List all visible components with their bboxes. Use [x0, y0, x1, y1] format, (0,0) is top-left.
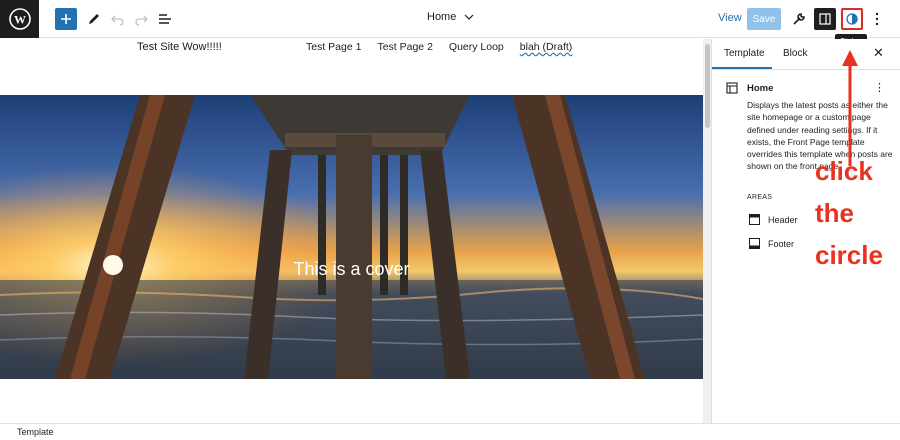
tab-block[interactable]: Block — [783, 48, 807, 59]
options-menu-icon[interactable] — [870, 9, 884, 29]
layout-icon — [726, 82, 738, 94]
block-breadcrumb-bar: Template — [0, 423, 900, 440]
half-circle-icon — [846, 13, 858, 25]
list-view-icon[interactable] — [157, 10, 173, 28]
site-editor: W Home View Save Test Site Wow!!!!! Test… — [0, 0, 900, 440]
template-name: Home — [747, 83, 774, 94]
editor-toolbar: W Home View Save — [0, 0, 900, 38]
nav-item[interactable]: Test Page 2 — [377, 41, 432, 53]
cover-block[interactable]: This is a cover — [0, 95, 703, 379]
nav-item[interactable]: blah (Draft) — [520, 41, 573, 53]
pier-sunset-image — [0, 95, 703, 379]
cover-heading[interactable]: This is a cover — [0, 259, 703, 280]
tab-template[interactable]: Template — [724, 48, 765, 59]
area-item-header[interactable]: Header — [749, 214, 798, 225]
scrollbar-thumb[interactable] — [705, 44, 710, 128]
wordpress-logo-icon[interactable]: W — [0, 0, 39, 38]
undo-icon[interactable] — [110, 10, 126, 28]
document-title: Home — [427, 11, 457, 23]
redo-icon[interactable] — [133, 10, 149, 28]
sidebar-tabs: Template Block ✕ — [712, 39, 900, 70]
template-options-icon[interactable]: ⋮ — [874, 81, 885, 94]
areas-heading: AREAS — [747, 194, 773, 201]
annotation-line: circle — [815, 240, 883, 270]
view-button[interactable]: View — [718, 12, 742, 24]
chevron-down-icon — [464, 14, 474, 20]
area-label: Header — [768, 214, 798, 225]
close-icon[interactable]: ✕ — [873, 45, 884, 61]
breadcrumb-item[interactable]: Template — [17, 427, 54, 437]
svg-text:W: W — [14, 13, 26, 27]
document-title-dropdown[interactable]: Home — [427, 11, 474, 23]
active-tab-indicator — [712, 67, 772, 69]
nav-item[interactable]: Test Page 1 — [306, 41, 361, 53]
add-block-button[interactable] — [55, 8, 77, 30]
header-area-icon — [749, 214, 760, 225]
editor-canvas[interactable]: Test Site Wow!!!!! Test Page 1 Test Page… — [0, 39, 703, 423]
navigation-block[interactable]: Test Page 1 Test Page 2 Query Loop blah … — [306, 41, 572, 53]
styles-button[interactable] — [841, 8, 863, 30]
annotation-line: click — [815, 156, 873, 186]
nav-item[interactable]: Query Loop — [449, 41, 504, 53]
annotation-line: the — [815, 198, 854, 228]
settings-sidebar-toggle[interactable] — [814, 8, 836, 30]
area-item-footer[interactable]: Footer — [749, 238, 794, 249]
tools-wrench-icon[interactable] — [790, 9, 808, 29]
area-label: Footer — [768, 238, 795, 249]
save-button[interactable]: Save — [747, 8, 781, 30]
footer-area-icon — [749, 238, 760, 249]
edit-pencil-icon[interactable] — [86, 10, 102, 28]
annotation-text: click the circle — [815, 150, 895, 276]
site-title[interactable]: Test Site Wow!!!!! — [137, 41, 222, 53]
